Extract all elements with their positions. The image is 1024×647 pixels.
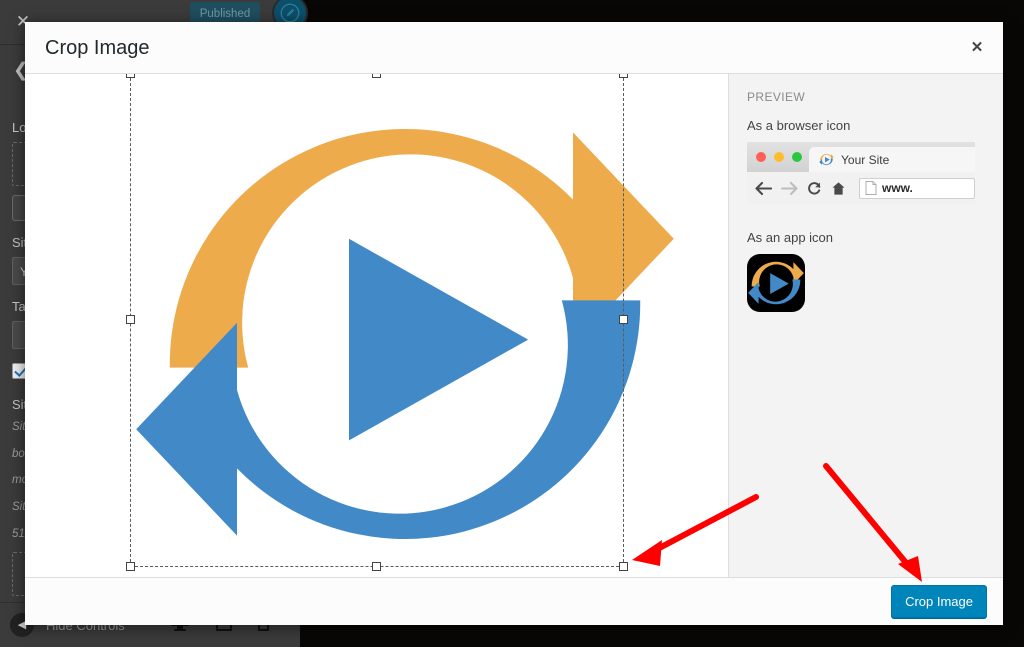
browser-icon-label: As a browser icon [747,118,851,133]
crop-image-button[interactable]: Crop Image [891,584,987,619]
screen-root: ✕ ❮ Logo Select image Site Title Your Si… [0,0,1024,647]
modal-footer: Crop Image [25,577,1003,625]
arrow-right-icon [781,181,798,196]
minimize-dot-icon [774,152,784,162]
browser-url-text: www. [882,181,913,195]
browser-tabbar: Your Site [747,142,975,172]
preview-heading: PREVIEW [747,90,806,104]
close-dot-icon [756,152,766,162]
crop-stage[interactable] [25,74,728,577]
crop-image-container[interactable] [25,74,728,564]
browser-tab-title: Your Site [841,152,890,167]
browser-url-bar: www. [859,177,975,199]
app-icon-label: As an app icon [747,230,834,245]
browser-tab: Your Site [809,147,975,172]
maximize-dot-icon [792,152,802,162]
site-favicon [819,154,834,165]
app-icon-logo [748,261,804,305]
home-icon [831,181,846,196]
preview-pane: PREVIEW As a browser icon Your Site www.… [728,74,1003,577]
reload-icon [807,181,822,196]
crop-image-modal: Crop Image ✕ PREVIEW As a browser icon Y… [25,22,1003,625]
browser-icon-preview: Your Site www. [747,142,975,204]
arrow-left-icon [755,181,772,196]
window-control-dots [756,152,802,162]
page-icon [865,181,877,195]
close-icon[interactable]: ✕ [959,30,995,66]
modal-body: PREVIEW As a browser icon Your Site www.… [25,74,1003,577]
page-title: Crop Image [45,37,150,59]
modal-header: Crop Image ✕ [25,22,1003,74]
refresh-play-logo [136,128,674,540]
app-icon-preview [747,254,805,312]
browser-navbar: www. [747,172,975,204]
